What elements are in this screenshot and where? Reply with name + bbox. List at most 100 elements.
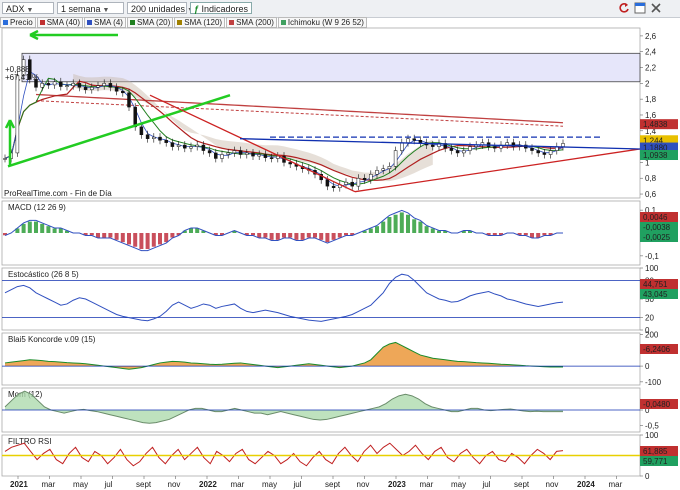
candle-body [46, 83, 51, 86]
candle-body [524, 144, 528, 149]
legend-item[interactable]: SMA (120) [174, 17, 226, 28]
macd-bar [96, 233, 100, 238]
chevron-down-icon: ▼ [26, 7, 34, 14]
candle-body [251, 152, 255, 157]
legend-item[interactable]: Precio [0, 17, 36, 28]
candle-body [226, 152, 230, 155]
legend-label: SMA (4) [94, 18, 123, 27]
y-tick-label: 0,8 [645, 174, 657, 183]
candle-body [431, 144, 435, 147]
macd-bar [213, 233, 218, 236]
macd-bar [325, 233, 330, 243]
macd-bar [257, 233, 262, 238]
last-value-tag [640, 344, 678, 354]
candle-body [52, 81, 57, 86]
symbol-select[interactable]: ADX ▼ [2, 2, 54, 14]
macd-bar [195, 228, 200, 233]
legend-item[interactable]: Ichimoku (W 9 26 52) [277, 17, 367, 28]
panel-frame [1, 434, 641, 477]
candle-body [393, 150, 398, 167]
symbol-label: ADX [6, 4, 25, 14]
candle-body [331, 185, 336, 188]
legend-swatch [229, 20, 235, 25]
indicators-label: Indicadores [201, 4, 249, 14]
macd-bar [15, 228, 20, 233]
macd-bar [461, 230, 466, 233]
candle-body [40, 83, 44, 88]
macd-bar [120, 233, 125, 243]
macd-bar [232, 230, 237, 233]
indicators-button[interactable]: ƒ Indicadores [190, 2, 252, 14]
panel-2: 100 80 50 20 0 Estocástico (26 8 5) 44,75143,0… [1, 264, 678, 335]
candle-body [325, 179, 330, 187]
refresh-icon[interactable] [618, 2, 630, 14]
legend-swatch [177, 20, 183, 25]
legend-item[interactable]: SMA (40) [36, 17, 84, 28]
legend-label: SMA (20) [136, 18, 171, 27]
panel-title: MACD (12 26 9) [8, 203, 66, 212]
x-tick-label: mar [231, 480, 245, 489]
last-value-label: 1,0938 [643, 151, 668, 160]
y-tick-label: 50 [645, 295, 654, 304]
last-value-label: -0,0480 [643, 400, 671, 409]
candle-body [493, 146, 497, 149]
candle-body [189, 146, 193, 149]
candle-body [455, 150, 460, 154]
macd-bar [65, 230, 69, 233]
y-tick-label: -0,5 [645, 422, 659, 431]
macd-bar [542, 233, 547, 236]
last-value-label: 1,1880 [643, 144, 668, 153]
legend-label: SMA (40) [46, 18, 81, 27]
candle-body [462, 150, 466, 154]
last-value-label: 61,885 [643, 447, 668, 456]
candle-body [77, 83, 82, 88]
macd-bar [362, 230, 367, 233]
candle-body [152, 136, 156, 139]
arrow-icon [4, 119, 16, 165]
legend-item[interactable]: SMA (200) [226, 17, 277, 28]
candle-body [59, 81, 63, 87]
macd-bar [251, 233, 255, 236]
macd-bar [27, 221, 32, 233]
y-tick-label: 50 [645, 452, 654, 461]
x-tick-label: sept [514, 480, 530, 489]
candle-body [195, 144, 199, 147]
macd-bar [108, 233, 113, 238]
candle-body [474, 144, 478, 147]
panel-1: 0,1 0 -0,1 MACD (12 26 9) 0,0046-0,0038-0,00… [1, 200, 678, 266]
candle-body [214, 152, 218, 159]
candle-body [517, 144, 522, 147]
y-tick-label: -100 [645, 378, 662, 387]
last-value-tag [640, 212, 678, 222]
candle-body [307, 168, 311, 171]
panel-frame [1, 387, 641, 433]
trend-line-blue [239, 138, 641, 150]
macd-bar [220, 233, 224, 236]
units-select[interactable]: 200 unidades▼ [127, 2, 194, 14]
last-value-label: -0,0025 [643, 233, 671, 242]
candle-body [263, 154, 268, 158]
x-tick-label: jul [293, 480, 302, 489]
window-icon[interactable] [634, 2, 646, 14]
y-tick-label: 2,6 [645, 32, 657, 41]
macd-bar [399, 212, 404, 233]
period-select[interactable]: 1 semana ▼ [57, 2, 124, 14]
y-tick-label: 80 [645, 276, 654, 285]
area-fill [5, 342, 563, 370]
macd-bar [83, 233, 88, 236]
candle-body [133, 106, 137, 128]
macd-bar [21, 223, 26, 233]
legend-item[interactable]: SMA (20) [126, 17, 174, 28]
sma-20-line [4, 77, 564, 185]
y-tick-label: 0,6 [645, 190, 657, 199]
legend-label: Precio [10, 18, 33, 27]
trend-line-red-up [354, 148, 641, 193]
macd-bar [430, 228, 435, 233]
macd-bar [468, 230, 472, 233]
macd-bar [492, 233, 497, 236]
range-box [21, 52, 641, 83]
units-label: 200 unidades [131, 4, 186, 14]
macd-bar [393, 214, 398, 233]
legend-item[interactable]: SMA (4) [84, 17, 126, 28]
close-icon[interactable] [650, 2, 662, 14]
